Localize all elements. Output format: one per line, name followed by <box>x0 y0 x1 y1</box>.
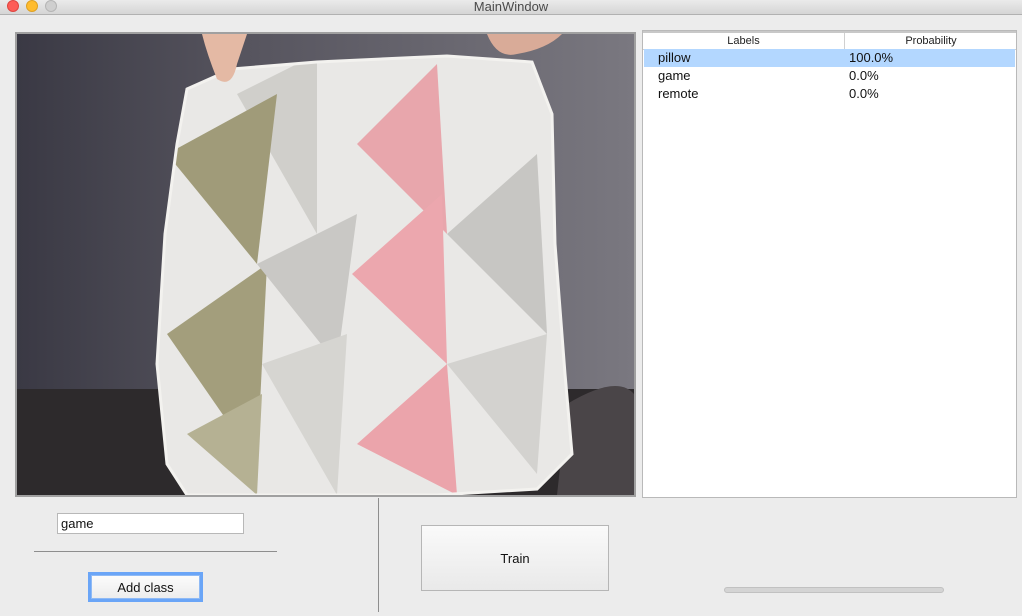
table-row[interactable]: pillow 100.0% <box>644 49 1015 67</box>
add-class-button[interactable]: Add class <box>88 572 203 602</box>
title-bar: MainWindow <box>0 0 1022 15</box>
table-row[interactable]: game 0.0% <box>644 67 1015 85</box>
probability-column-header[interactable]: Probability <box>845 33 1017 49</box>
table-row[interactable]: remote 0.0% <box>644 85 1015 103</box>
table-header: Labels Probability <box>643 31 1016 50</box>
horizontal-divider <box>34 551 277 552</box>
train-button[interactable]: Train <box>421 525 609 591</box>
vertical-divider <box>378 498 379 612</box>
class-name-input[interactable] <box>57 513 244 534</box>
probability-cell: 0.0% <box>849 68 879 83</box>
probability-cell: 0.0% <box>849 86 879 101</box>
label-cell: remote <box>658 86 699 101</box>
label-cell: game <box>658 68 691 83</box>
predictions-table[interactable]: Labels Probability pillow 100.0% game 0.… <box>642 30 1017 498</box>
camera-preview <box>15 32 636 497</box>
pillow-camera-image <box>17 34 634 495</box>
probability-cell: 100.0% <box>849 50 894 65</box>
window-title: MainWindow <box>473 0 549 14</box>
label-cell: pillow <box>658 50 691 65</box>
training-progress-bar <box>724 587 944 593</box>
labels-column-header[interactable]: Labels <box>643 33 845 49</box>
